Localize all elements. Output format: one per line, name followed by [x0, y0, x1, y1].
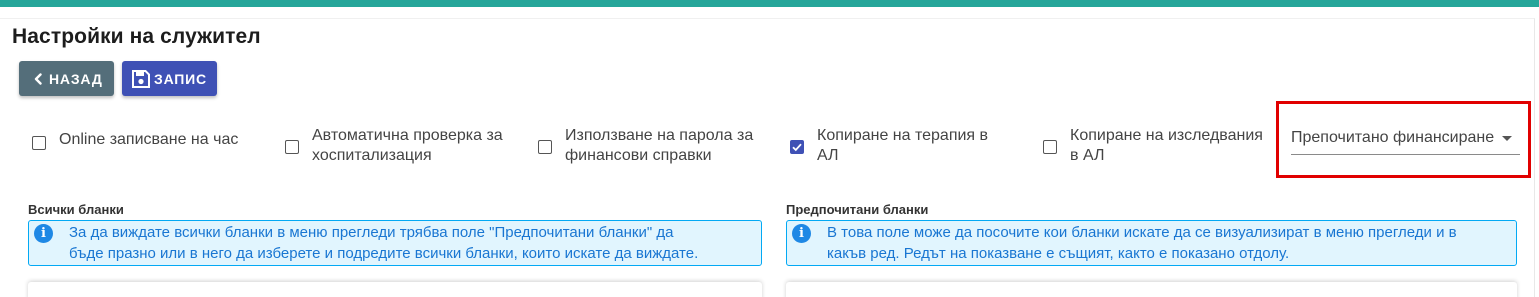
page-title: Настройки на служител [12, 25, 261, 48]
highlight-frame: Препочитано финансиране [1276, 101, 1531, 178]
save-button-label: ЗАПИС [154, 70, 207, 87]
option-label-line2: АЛ [817, 147, 839, 164]
option-label-line1: Автоматична проверка за [312, 127, 503, 144]
checkbox[interactable] [32, 136, 46, 150]
checkbox-checked[interactable] [790, 140, 804, 154]
caret-down-icon[interactable] [1502, 136, 1512, 141]
option-label-line1: Копиране на изследвания [1070, 127, 1263, 144]
info-line1: В това поле може да посочите кои бланки … [827, 224, 1457, 241]
option-copy-examinations[interactable]: Копиране на изследвания в АЛ [1043, 126, 1263, 166]
all-forms-label: Всички бланки [28, 202, 124, 217]
select-value: Препочитано финансиране [1291, 129, 1495, 146]
option-label-line2: финансови справки [565, 147, 712, 164]
option-label-line2: хоспитализация [312, 147, 432, 164]
floppy-disk-icon [131, 69, 151, 89]
preferred-financing-select[interactable]: Препочитано финансиране [1291, 129, 1520, 155]
preferred-forms-label: Предпочитани бланки [786, 202, 929, 217]
option-label-line1: Използване на парола за [565, 127, 754, 144]
option-label-line2: в АЛ [1070, 147, 1105, 164]
option-label-line1: Копиране на терапия в [817, 127, 989, 144]
back-button[interactable]: НАЗАД [19, 61, 114, 96]
all-forms-list[interactable] [28, 282, 762, 297]
option-online-booking[interactable]: Online записване на час [32, 130, 238, 150]
info-icon: i [34, 224, 53, 243]
save-button[interactable]: ЗАПИС [122, 61, 217, 96]
checkmark-icon [792, 143, 802, 152]
checkbox[interactable] [1043, 140, 1057, 154]
info-line2: бъде празно или в него да изберете и под… [69, 245, 699, 262]
checkbox[interactable] [538, 140, 552, 154]
info-line2: какъв ред. Редът на показване е същият, … [827, 245, 1290, 262]
option-label: Online записване на час [59, 131, 239, 148]
chevron-left-icon [33, 72, 43, 85]
option-copy-therapy[interactable]: Копиране на терапия в АЛ [790, 126, 988, 166]
info-line1: За да виждате всички бланки в меню прегл… [69, 224, 674, 241]
back-button-label: НАЗАД [49, 70, 103, 87]
all-forms-info: i За да виждате всички бланки в меню пре… [28, 220, 762, 266]
checkbox[interactable] [285, 140, 299, 154]
top-accent-bar [0, 0, 1539, 7]
info-icon: i [792, 224, 811, 243]
option-auto-hospitalization-check[interactable]: Автоматична проверка за хоспитализация [285, 126, 503, 166]
preferred-forms-list[interactable] [786, 282, 1517, 297]
option-financial-password[interactable]: Използване на парола за финансови справк… [538, 126, 753, 166]
preferred-forms-info: i В това поле може да посочите кои бланк… [786, 220, 1517, 266]
